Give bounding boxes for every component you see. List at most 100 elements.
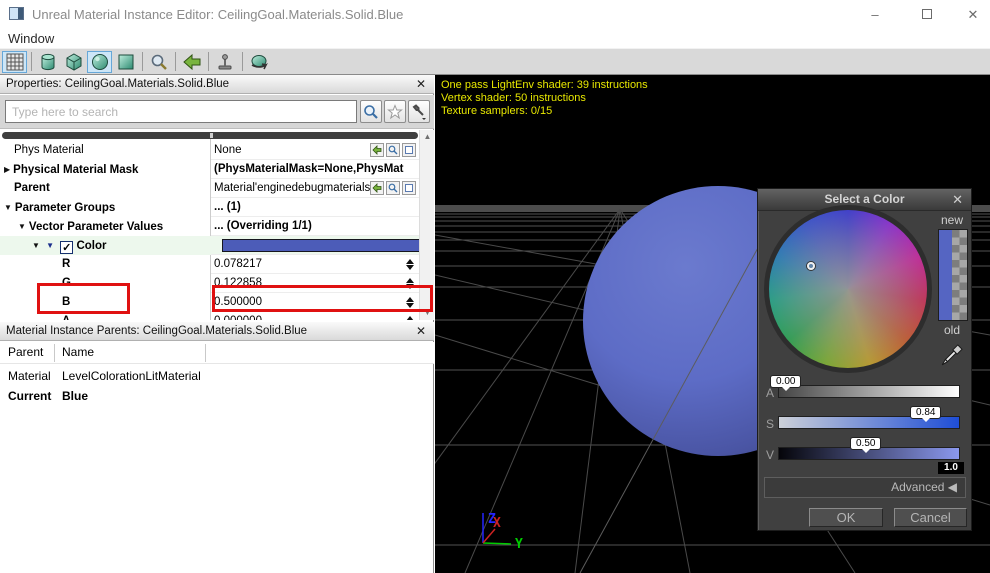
property-row-r[interactable]: R 0.078217 (0, 255, 419, 274)
rotate-arrows-icon (251, 55, 268, 70)
regenerate-preview-button[interactable] (246, 51, 271, 73)
dialog-title: Select a Color (824, 192, 905, 206)
property-list: Phys Material None ▶ Physical Material Ma… (0, 130, 434, 320)
cylinder-primitive-button[interactable] (35, 51, 60, 73)
star-icon (387, 103, 403, 119)
alpha-slider[interactable] (778, 385, 960, 398)
sphere-icon (91, 54, 108, 70)
maximize-button[interactable] (912, 6, 942, 23)
plane-icon (118, 54, 133, 70)
use-selected-asset-button[interactable] (179, 51, 204, 73)
property-row-parent[interactable]: Parent Material'enginedebugmaterials.L (0, 179, 419, 198)
select-color-dialog: Select a Color ✕ new old A 0.00 S 0.84 V… (757, 188, 972, 531)
cube-icon (66, 53, 81, 71)
joystick-icon (218, 54, 231, 70)
search-input[interactable] (5, 100, 357, 123)
ok-button[interactable]: OK (809, 508, 883, 527)
collapse-icon[interactable]: ▼ (32, 236, 40, 255)
properties-panel-title: Properties: CeilingGoal.Materials.Solid.… (6, 78, 230, 90)
find-in-browser-button[interactable] (146, 51, 171, 73)
parents-panel-title: Material Instance Parents: CeilingGoal.M… (6, 325, 308, 337)
shader-stats: One pass LightEnv shader: 39 instruction… (441, 79, 648, 118)
mobile-preview-button[interactable] (212, 51, 237, 73)
property-row-physical-material-mask[interactable]: ▶ Physical Material Mask (PhysMaterialMas… (0, 160, 419, 179)
property-row-parameter-groups[interactable]: ▼ Parameter Groups ... (1) (0, 198, 419, 217)
alpha-slider-handle[interactable]: 0.00 (770, 375, 802, 391)
axis-y-label: Y (515, 537, 523, 552)
cylinder-icon (41, 53, 54, 71)
stat-line: One pass LightEnv shader: 39 instruction… (441, 79, 648, 91)
color-override-checkbox[interactable]: ✓ (60, 241, 74, 254)
old-color-label: old (943, 323, 960, 337)
material-instance-editor-window: Unreal Material Instance Editor: Ceiling… (0, 0, 990, 573)
column-header-parent[interactable]: Parent (8, 342, 43, 363)
clear-icon[interactable] (402, 143, 416, 157)
color-swatch[interactable] (222, 239, 419, 252)
menu-item-window[interactable]: Window (8, 31, 54, 46)
saturation-slider-handle[interactable]: 0.84 (910, 406, 942, 422)
app-icon (9, 7, 24, 20)
table-row[interactable]: Material LevelColorationLitMaterial (0, 366, 434, 386)
toolbar (0, 48, 990, 75)
menu-bar: Window (0, 28, 990, 48)
sphere-primitive-button[interactable] (87, 51, 112, 73)
collapse-icon[interactable]: ▼ (18, 217, 26, 236)
use-selected-icon[interactable] (370, 143, 384, 157)
annotation-box-color-swatch (212, 285, 433, 312)
parents-panel-header: Material Instance Parents: CeilingGoal.M… (0, 322, 434, 341)
value-slider-label: V (766, 448, 775, 462)
eyedropper-icon[interactable] (934, 341, 966, 373)
annotation-box-color-label (37, 283, 130, 314)
expand-icon[interactable]: ▶ (4, 160, 10, 179)
stat-line: Vertex shader: 50 instructions (441, 92, 586, 104)
parents-close-icon[interactable]: ✕ (416, 322, 426, 341)
reset-to-default-icon[interactable]: ▼ (46, 236, 54, 255)
saturation-slider-label: S (766, 417, 775, 431)
advanced-button[interactable]: Advanced ◀ (764, 477, 966, 498)
cancel-button[interactable]: Cancel (894, 508, 967, 527)
value-spinner[interactable] (404, 313, 415, 320)
maximize-icon (922, 9, 932, 19)
property-row-vector-parameter-values[interactable]: ▼ Vector Parameter Values ... (Overriding… (0, 217, 419, 236)
wrench-icon (412, 103, 426, 120)
color-wheel[interactable] (764, 205, 932, 373)
properties-close-icon[interactable]: ✕ (416, 75, 426, 94)
old-color-swatch (952, 230, 967, 320)
collapse-icon[interactable]: ▼ (4, 198, 12, 217)
new-color-label: new (940, 213, 963, 227)
grid-icon (6, 53, 23, 71)
green-arrow-left-icon (182, 53, 200, 71)
search-button[interactable] (360, 100, 382, 123)
axis-gizmo: Z X Y (482, 512, 523, 552)
table-row[interactable]: Current Blue (0, 386, 434, 406)
clear-icon[interactable] (402, 181, 416, 195)
parents-table-header: Parent Name (0, 342, 434, 364)
window-title: Unreal Material Instance Editor: Ceiling… (32, 7, 404, 22)
use-selected-icon[interactable] (370, 181, 384, 195)
new-old-swatch (938, 229, 968, 321)
value-spinner[interactable] (404, 256, 415, 273)
plane-primitive-button[interactable] (113, 51, 138, 73)
column-header-name[interactable]: Name (62, 342, 94, 363)
cube-primitive-button[interactable] (61, 51, 86, 73)
dialog-close-icon[interactable]: ✕ (952, 192, 963, 208)
value-slider-handle[interactable]: 0.50 (850, 437, 882, 453)
parents-table: Parent Name Material LevelColorationLitM… (0, 342, 434, 403)
properties-panel-header: Properties: CeilingGoal.Materials.Solid.… (0, 75, 434, 94)
property-row-phys-material[interactable]: Phys Material None (0, 141, 419, 160)
background-grid-toggle-button[interactable] (2, 51, 27, 73)
scroll-up-icon[interactable]: ▲ (420, 130, 434, 144)
property-list-splitter[interactable] (2, 132, 418, 139)
property-row-color[interactable]: ▼ ▼ ✓ Color (0, 236, 419, 255)
close-button[interactable]: ✕ (958, 6, 988, 23)
favorites-button[interactable] (384, 100, 406, 123)
browse-icon[interactable] (386, 143, 400, 157)
minimize-button[interactable]: – (860, 6, 890, 23)
options-button[interactable] (408, 100, 430, 123)
title-bar: Unreal Material Instance Editor: Ceiling… (0, 0, 990, 28)
browse-icon[interactable] (386, 181, 400, 195)
properties-panel: Properties: CeilingGoal.Materials.Solid.… (0, 75, 434, 573)
axis-x-label: X (493, 516, 501, 531)
color-wheel-selector[interactable] (807, 262, 815, 270)
search-icon (364, 104, 378, 119)
